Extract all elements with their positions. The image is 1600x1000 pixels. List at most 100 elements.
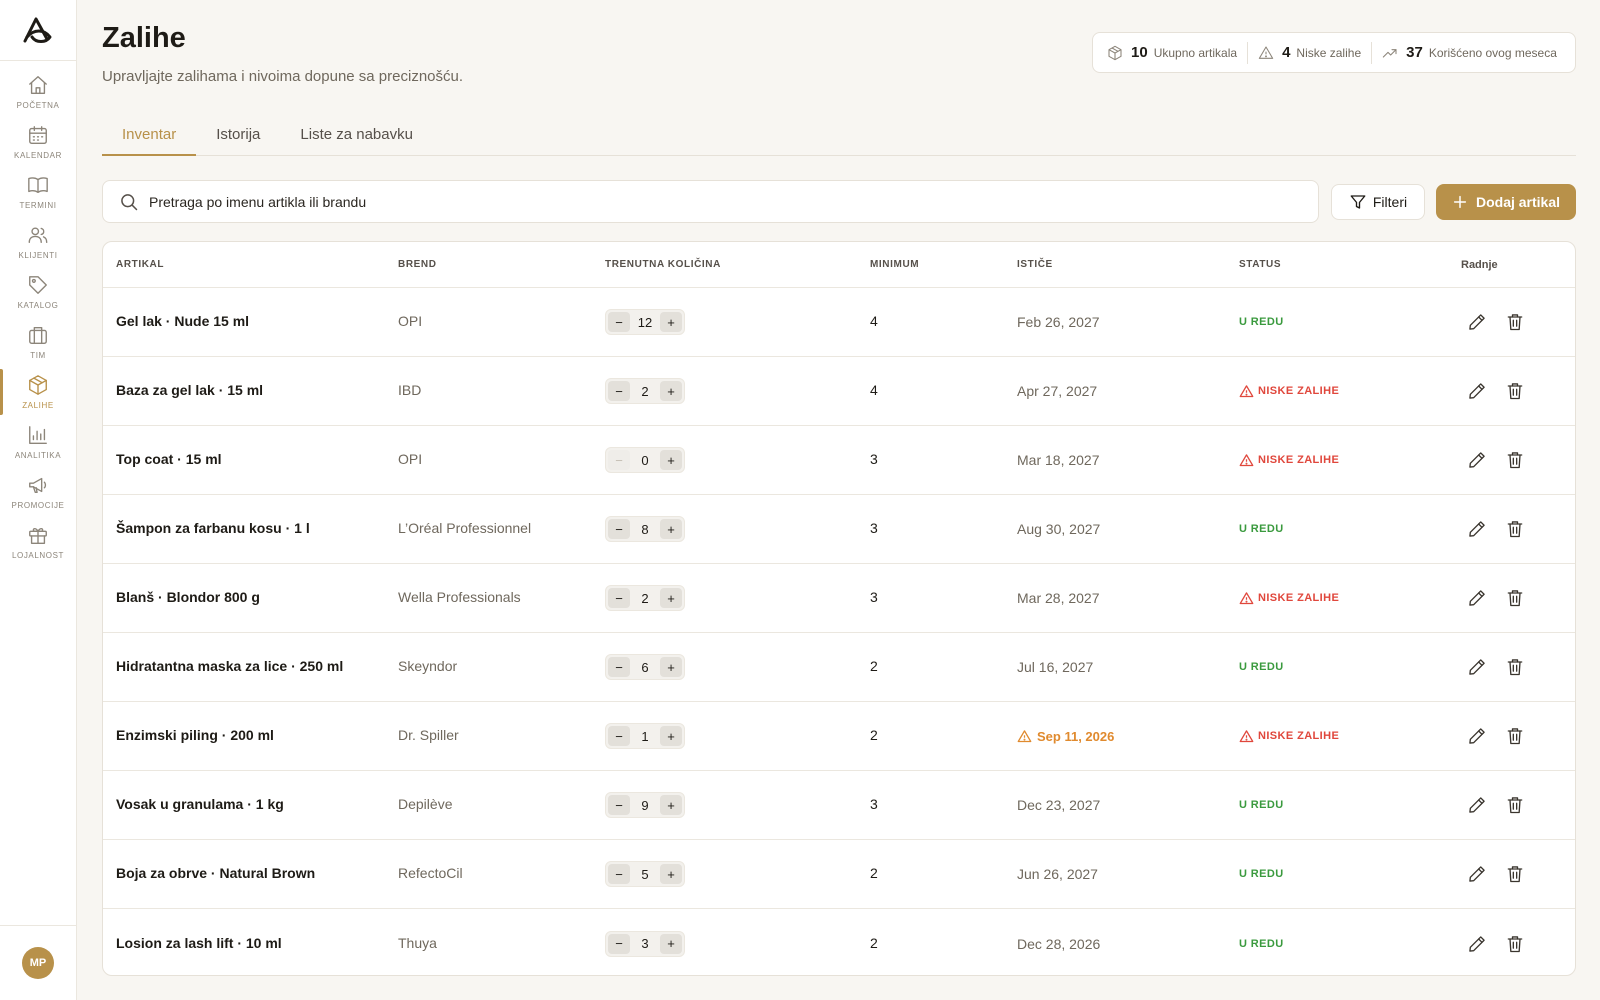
brand-logo[interactable] [0,0,76,61]
alert-triangle-icon [1239,453,1254,466]
sidebar-item-lojalnost[interactable]: LOJALNOST [0,517,76,567]
decrement-button[interactable]: − [608,657,630,677]
quantity-value: 5 [641,866,649,882]
sidebar-item-label: TIM [30,351,46,360]
decrement-button[interactable]: − [608,519,630,539]
increment-button[interactable]: + [660,933,682,954]
item-expiry: Mar 28, 2027 [1017,590,1239,606]
edit-button[interactable] [1467,657,1487,677]
decrement-button[interactable]: − [608,588,630,608]
increment-button[interactable]: + [660,795,682,815]
edit-button[interactable] [1467,588,1487,608]
edit-button[interactable] [1467,312,1487,332]
item-minimum: 2 [870,865,878,881]
tab-liste-za-nabavku[interactable]: Liste za nabavku [280,120,433,156]
increment-button[interactable]: + [660,519,682,539]
delete-button[interactable] [1505,312,1525,332]
decrement-button[interactable]: − [608,312,630,332]
table-row[interactable]: Baza za gel lak · 15 ml IBD −2 +4 Apr 27, 20… [103,357,1575,426]
tab-istorija[interactable]: Istorija [196,120,280,156]
item-minimum: 3 [870,520,878,536]
column-header-brand[interactable]: BREND [398,259,605,270]
item-expiry-date: Aug 30, 2027 [1017,521,1101,537]
delete-button[interactable] [1505,519,1525,539]
delete-button[interactable] [1505,381,1525,401]
delete-button[interactable] [1505,726,1525,746]
table-row[interactable]: Blanš · Blondor 800 g Wella Professionals… [103,564,1575,633]
status-label: NISKE ZALIHE [1258,454,1340,466]
stat-used-month: 37 Korišćeno ovog meseca [1382,44,1557,61]
filter-button[interactable]: Filteri [1331,184,1425,220]
status-label: NISKE ZALIHE [1258,592,1340,604]
search-input[interactable] [149,193,1249,210]
table-row[interactable]: Gel lak · Nude 15 ml OPI −12 +4 Feb 26, 2027… [103,288,1575,357]
decrement-button[interactable]: − [608,381,630,401]
trash-icon [1507,383,1523,400]
sidebar-item-promocije[interactable]: PROMOCIJE [0,467,76,517]
edit-button[interactable] [1467,381,1487,401]
increment-button[interactable]: + [660,450,682,470]
edit-button[interactable] [1467,795,1487,815]
table-row[interactable]: Šampon za farbanu kosu · 1 l L’Oréal Prof… [103,495,1575,564]
edit-button[interactable] [1467,726,1487,746]
increment-button[interactable]: + [660,726,682,746]
quantity-stepper: −6 + [605,654,685,680]
sidebar-item-termini[interactable]: TERMINI [0,167,76,217]
delete-button[interactable] [1505,657,1525,677]
table-row[interactable]: Losion za lash lift · 10 ml Thuya −3 +2 Dec … [103,909,1575,975]
edit-button[interactable] [1467,450,1487,470]
decrement-button[interactable]: − [608,864,630,884]
table-row[interactable]: Vosak u granulama · 1 kg Depilève −9 +3 Dec … [103,771,1575,840]
increment-button[interactable]: + [660,312,682,332]
decrement-button[interactable]: − [608,726,630,746]
avatar[interactable]: MP [22,947,54,979]
pencil-icon [1469,935,1485,952]
delete-button[interactable] [1505,450,1525,470]
table-row[interactable]: Boja za obrve · Natural Brown RefectoCil −… [103,840,1575,909]
sidebar-item-klijenti[interactable]: KLIJENTI [0,217,76,267]
trash-icon [1507,866,1523,883]
status-label: U REDU [1239,799,1284,811]
package-icon [29,375,47,395]
sidebar-item-početna[interactable]: POČETNA [0,67,76,117]
table-row[interactable]: Enzimski piling · 200 ml Dr. Spiller −1 +2 S… [103,702,1575,771]
pencil-icon [1469,590,1485,606]
decrement-button[interactable]: − [608,933,630,954]
edit-button[interactable] [1467,519,1487,539]
column-header-item[interactable]: ARTIKAL [103,259,398,270]
column-header-minimum[interactable]: MINIMUM [870,259,1017,270]
increment-button[interactable]: + [660,381,682,401]
column-header-quantity[interactable]: TRENUTNA KOLIČINA [605,259,870,270]
decrement-button[interactable]: − [608,450,630,470]
delete-button[interactable] [1505,864,1525,884]
edit-button[interactable] [1467,934,1487,954]
sidebar-item-kalendar[interactable]: KALENDAR [0,117,76,167]
increment-button[interactable]: + [660,588,682,608]
megaphone-icon [29,477,47,494]
quantity-stepper: −3 + [605,930,685,957]
sidebar-item-analitika[interactable]: ANALITIKA [0,417,76,467]
increment-button[interactable]: + [660,864,682,884]
edit-button[interactable] [1467,864,1487,884]
sidebar-item-tim[interactable]: TIM [0,317,76,367]
warning-icon [1258,45,1274,59]
sidebar-item-zalihe[interactable]: ZALIHE [0,367,76,417]
delete-button[interactable] [1505,934,1525,954]
tab-inventar[interactable]: Inventar [102,120,197,156]
delete-button[interactable] [1505,588,1525,608]
quantity-value: 0 [641,452,649,468]
decrement-button[interactable]: − [608,795,630,815]
sidebar-item-label: PROMOCIJE [11,501,65,510]
add-item-button[interactable]: Dodaj artikal [1436,184,1576,220]
table-row[interactable]: Hidratantna maska za lice · 250 ml Skeynd… [103,633,1575,702]
column-header-status[interactable]: STATUS [1239,259,1461,270]
sidebar-item-katalog[interactable]: KATALOG [0,267,76,317]
delete-button[interactable] [1505,795,1525,815]
table-row[interactable]: Top coat · 15 ml OPI −0 +3 Mar 18, 2027 NISKE… [103,426,1575,495]
column-header-expires[interactable]: ISTIČE [1017,259,1239,270]
sidebar-item-label: TERMINI [19,201,57,210]
tag-icon [29,276,47,294]
users-icon [28,227,48,244]
increment-button[interactable]: + [660,657,682,677]
item-minimum: 3 [870,796,878,812]
